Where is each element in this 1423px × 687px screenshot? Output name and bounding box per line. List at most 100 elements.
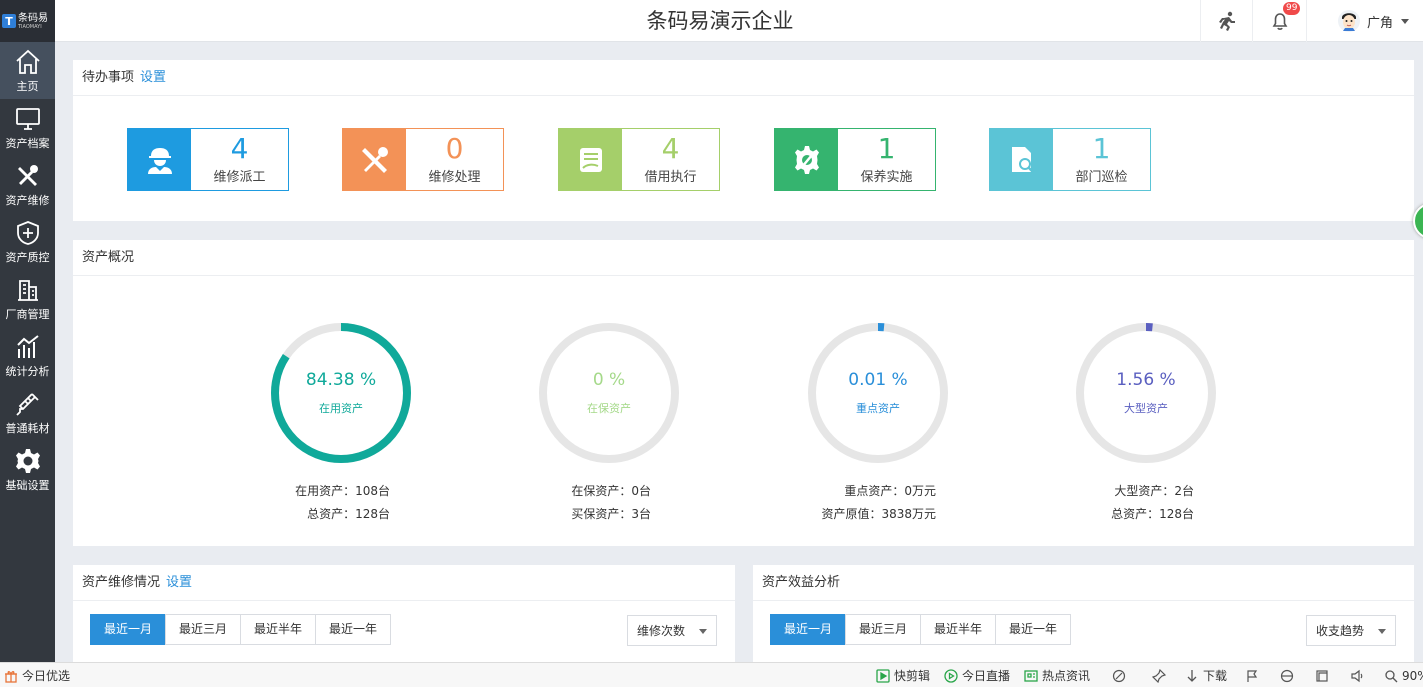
today-live[interactable]: 今日直播 bbox=[944, 663, 1010, 687]
download-arrow-icon bbox=[1187, 669, 1197, 682]
window-button[interactable] bbox=[1315, 663, 1333, 687]
floating-assistant-button[interactable] bbox=[1413, 203, 1423, 239]
quick-edit-label: 快剪辑 bbox=[894, 669, 931, 683]
gauge-label: 重点资产 bbox=[856, 402, 900, 415]
benefit-panel-header: 资产效益分析 bbox=[753, 565, 1414, 601]
leaf-icon bbox=[1112, 669, 1126, 682]
today-live-label: 今日直播 bbox=[962, 669, 1011, 683]
gauge-stat: 资产原值：3838万元 bbox=[821, 507, 936, 521]
tools-button[interactable] bbox=[1245, 663, 1263, 687]
gauge-stat: 总资产：128台 bbox=[1111, 507, 1194, 521]
user-menu[interactable]: 广角 bbox=[1306, 0, 1423, 42]
tab-last-year[interactable]: 最近一年 bbox=[995, 614, 1072, 645]
gauge-label: 在用资产 bbox=[319, 402, 363, 415]
repair-metric-select[interactable]: 维修次数 bbox=[627, 615, 717, 646]
today-picks[interactable]: 今日优选 bbox=[4, 663, 70, 687]
wrench-screwdriver-icon bbox=[361, 146, 388, 173]
logo-cn: 条码易 bbox=[18, 12, 48, 24]
gauge-percent: 0 % bbox=[592, 370, 626, 390]
monitor-icon bbox=[15, 107, 40, 130]
tab-last-half-year[interactable]: 最近半年 bbox=[240, 614, 317, 645]
gauge-key-asset: 0.01 % 重点资产 bbox=[803, 318, 953, 468]
shield-plus-icon bbox=[16, 220, 39, 245]
sidebar-item-label: 普通耗材 bbox=[5, 421, 50, 435]
benefit-metric-select[interactable]: 收支趋势 bbox=[1306, 615, 1396, 646]
sidebar-item-asset-archive[interactable]: 资产档案 bbox=[0, 99, 55, 156]
chart-icon bbox=[16, 334, 39, 358]
gauge-in-use: 84.38 % 在用资产 bbox=[266, 318, 416, 468]
home-icon bbox=[15, 49, 40, 74]
flag-icon bbox=[1247, 669, 1258, 682]
repair-panel: 资产维修情况 设置 最近一月 最近三月 最近半年 最近一年 维修次数 bbox=[73, 565, 735, 662]
notification-button[interactable]: 99 bbox=[1252, 0, 1306, 42]
sidebar-item-settings[interactable]: 基础设置 bbox=[0, 441, 55, 498]
todo-icon-box bbox=[775, 129, 838, 190]
gift-icon bbox=[5, 670, 17, 683]
todo-count: 1 bbox=[1092, 132, 1111, 165]
tab-last-half-year[interactable]: 最近半年 bbox=[920, 614, 997, 645]
play-circle-icon bbox=[944, 668, 958, 683]
repair-settings-link[interactable]: 设置 bbox=[166, 575, 192, 590]
download-label: 下载 bbox=[1203, 669, 1228, 683]
sidebar-item-label: 资产维修 bbox=[5, 193, 50, 207]
sidebar-item-label: 资产质控 bbox=[5, 250, 50, 264]
gear-wrench-icon bbox=[794, 145, 819, 174]
document-hand-icon bbox=[579, 147, 602, 172]
top-header: 条码易演示企业 99 广角 bbox=[55, 0, 1423, 42]
quick-edit[interactable]: 快剪辑 bbox=[876, 663, 930, 687]
tab-last-year[interactable]: 最近一年 bbox=[315, 614, 392, 645]
worker-icon bbox=[147, 147, 172, 174]
tab-last-three-months[interactable]: 最近三月 bbox=[845, 614, 922, 645]
todo-icon-box bbox=[990, 129, 1053, 190]
hot-news-label: 热点资讯 bbox=[1042, 669, 1091, 683]
repair-panel-header: 资产维修情况 设置 bbox=[73, 565, 735, 601]
browser-icon-button[interactable] bbox=[1280, 663, 1298, 687]
hot-news[interactable]: 热点资讯 bbox=[1024, 663, 1090, 687]
chevron-down-icon bbox=[1401, 18, 1410, 24]
window-icon bbox=[1316, 669, 1328, 682]
sidebar-item-statistics[interactable]: 统计分析 bbox=[0, 327, 55, 384]
gauge-stats-warranty: 在保资产：0台 买保资产：3台 bbox=[431, 480, 651, 526]
todo-card-repair-dispatch[interactable]: 4 维修派工 bbox=[127, 128, 289, 191]
gauge-stat: 在用资产：108台 bbox=[295, 484, 390, 498]
overview-panel: 资产概况 84.38 % 在用资产 在用资产：108台 总资产：128台 0 %… bbox=[73, 240, 1414, 546]
sidebar-item-vendor[interactable]: 厂商管理 bbox=[0, 270, 55, 327]
zoom-control[interactable]: 90% bbox=[1384, 663, 1423, 687]
sidebar: T 条码易 TIAOMAYI 主页 资产档案 资产维修 资产质控 厂商管理 统计… bbox=[0, 0, 55, 662]
sidebar-item-consumables[interactable]: 普通耗材 bbox=[0, 384, 55, 441]
sidebar-item-quality-control[interactable]: 资产质控 bbox=[0, 213, 55, 270]
running-man-icon bbox=[1218, 11, 1235, 31]
logo-en: TIAOMAYI bbox=[18, 23, 42, 30]
todo-label: 部门巡检 bbox=[1075, 170, 1128, 185]
download-button[interactable]: 下载 bbox=[1185, 663, 1227, 687]
todo-card-dept-inspection[interactable]: 1 部门巡检 bbox=[989, 128, 1151, 191]
pin-button[interactable] bbox=[1152, 663, 1170, 687]
todo-card-repair-handle[interactable]: 0 维修处理 bbox=[342, 128, 504, 191]
sidebar-item-home[interactable]: 主页 bbox=[0, 42, 55, 99]
todo-card-borrow-execute[interactable]: 4 借用执行 bbox=[558, 128, 720, 191]
benefit-title: 资产效益分析 bbox=[762, 575, 841, 590]
tab-last-month[interactable]: 最近一月 bbox=[90, 614, 167, 645]
sidebar-item-label: 资产档案 bbox=[5, 136, 50, 150]
building-icon bbox=[17, 279, 38, 301]
gauge-warranty: 0 % 在保资产 bbox=[534, 318, 684, 468]
gear-icon bbox=[15, 448, 40, 473]
chevron-down-icon bbox=[1378, 629, 1386, 634]
select-value: 维修次数 bbox=[637, 624, 686, 638]
gauge-stat: 总资产：128台 bbox=[307, 507, 390, 521]
gauge-label: 大型资产 bbox=[1124, 402, 1168, 415]
gauge-percent: 1.56 % bbox=[1116, 370, 1176, 390]
tab-last-month[interactable]: 最近一月 bbox=[770, 614, 847, 645]
todo-icon-box bbox=[128, 129, 191, 190]
avatar bbox=[1338, 10, 1360, 32]
sidebar-item-asset-repair[interactable]: 资产维修 bbox=[0, 156, 55, 213]
browser-status-bar: 今日优选 快剪辑 今日直播 热点资讯 下载 90% bbox=[0, 662, 1423, 687]
todo-settings-link[interactable]: 设置 bbox=[140, 70, 166, 85]
pin-icon bbox=[1152, 668, 1166, 683]
refresh-button[interactable] bbox=[1112, 663, 1130, 687]
volume-button[interactable] bbox=[1350, 663, 1368, 687]
quick-run-button[interactable] bbox=[1200, 0, 1252, 42]
tab-last-three-months[interactable]: 最近三月 bbox=[165, 614, 242, 645]
app-logo[interactable]: T 条码易 TIAOMAYI bbox=[0, 0, 55, 42]
todo-card-maintenance[interactable]: 1 保养实施 bbox=[774, 128, 936, 191]
